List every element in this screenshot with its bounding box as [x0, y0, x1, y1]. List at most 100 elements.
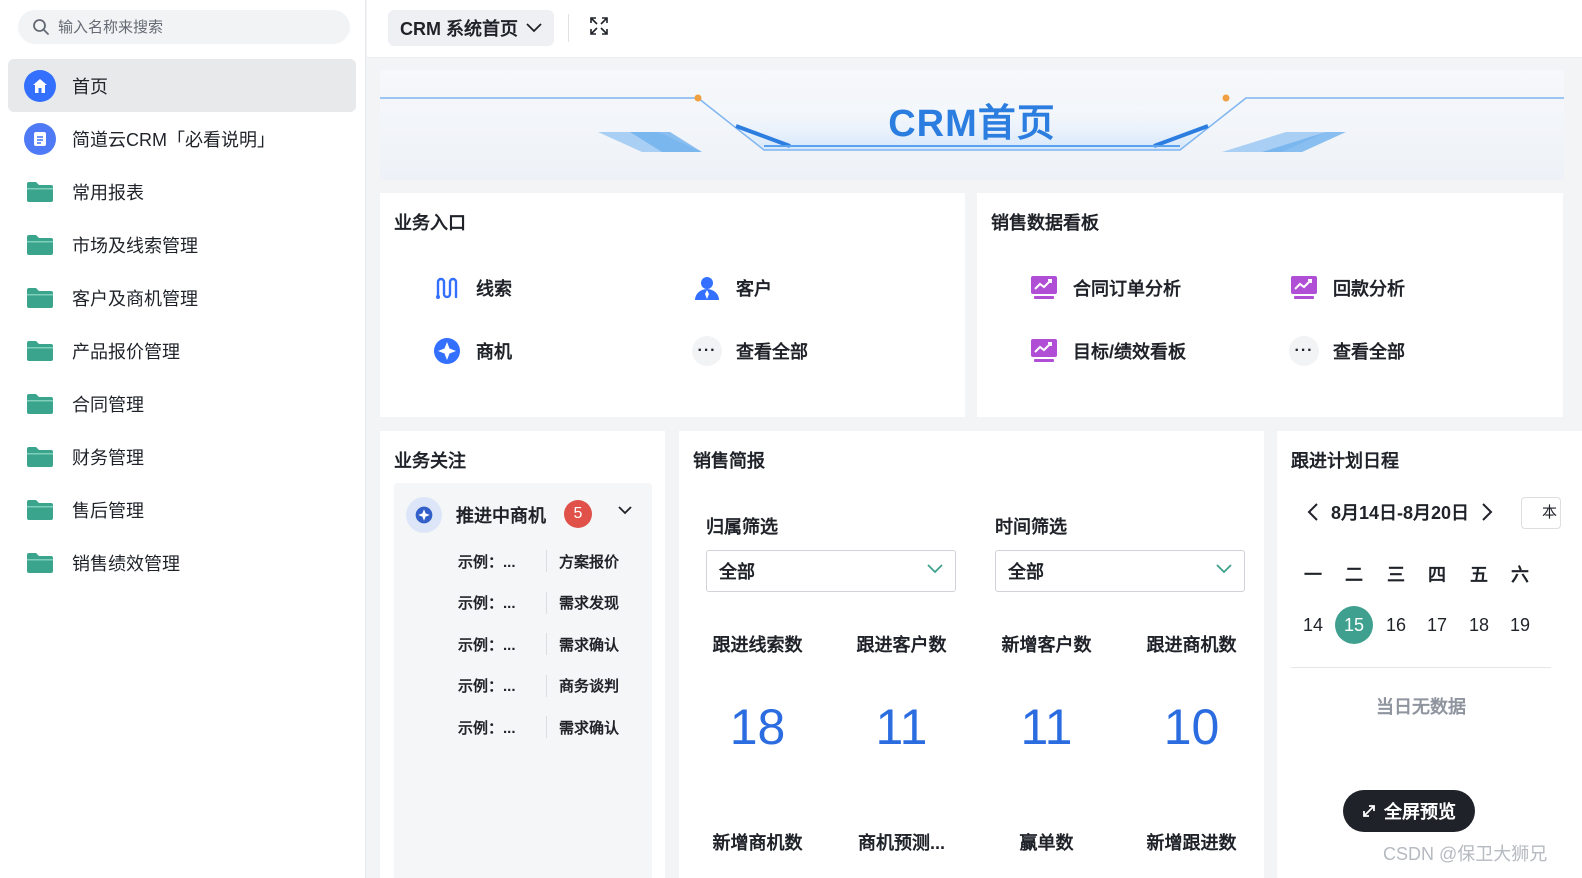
- sidebar-item-label: 常用报表: [72, 182, 144, 203]
- search-box[interactable]: [18, 10, 350, 44]
- sidebar-item-product-quote[interactable]: 产品报价管理: [8, 324, 356, 377]
- entry-target-board[interactable]: 目标/绩效看板: [1029, 336, 1186, 366]
- entry-customers[interactable]: 客户: [692, 273, 772, 303]
- entry-opportunities[interactable]: 商机: [432, 336, 512, 366]
- sidebar-item-label: 首页: [72, 76, 108, 97]
- entry-label: 回款分析: [1333, 279, 1405, 299]
- entry-leads[interactable]: 线索: [432, 273, 512, 303]
- empty-state: 当日无数据: [1376, 697, 1466, 717]
- entry-payment-analysis[interactable]: 回款分析: [1289, 273, 1405, 303]
- time-filter-label: 时间筛选: [995, 517, 1067, 537]
- folder-icon: [24, 547, 56, 579]
- attention-group-label: 推进中商机: [456, 506, 546, 526]
- folder-icon: [24, 176, 56, 208]
- fullscreen-preview-button[interactable]: 全屏预览: [1343, 790, 1475, 832]
- stat-label: 新增跟进数: [1146, 833, 1237, 853]
- divider: [1291, 667, 1551, 668]
- chevron-down-icon[interactable]: [618, 506, 632, 515]
- chevron-right-icon[interactable]: [1481, 503, 1493, 521]
- opportunity-stage: 需求确认: [559, 636, 620, 654]
- opportunity-name: 示例：...: [458, 719, 516, 737]
- sales-board-card: 销售数据看板 合同订单分析 回款分析 目标/绩效看板 ··· 查看全部: [977, 193, 1563, 417]
- expand-arrows-icon: [1363, 805, 1375, 817]
- calendar-day[interactable]: 18: [1460, 606, 1498, 644]
- divider: [546, 591, 547, 614]
- list-item[interactable]: 示例：... 需求确认: [458, 630, 638, 658]
- stat-label: 赢单数: [1019, 833, 1074, 853]
- entry-view-all[interactable]: ··· 查看全部: [692, 336, 808, 366]
- opportunity-name: 示例：...: [458, 553, 516, 571]
- owner-filter-label: 归属筛选: [706, 517, 778, 537]
- list-item[interactable]: 示例：... 需求发现: [458, 589, 638, 617]
- stat-label: 新增商机数: [712, 833, 803, 853]
- sidebar-item-after-sales[interactable]: 售后管理: [8, 483, 356, 536]
- sales-brief-card: 销售简报 归属筛选 全部 时间筛选 全部 跟进线索数 18 跟进客户数 11 新增客户数…: [679, 431, 1264, 878]
- divider: [546, 716, 547, 738]
- opportunity-name: 示例：...: [458, 595, 516, 612]
- sidebar-item-home[interactable]: 首页: [8, 59, 356, 112]
- card-title: 业务关注: [394, 451, 466, 471]
- opportunity-name: 示例：...: [458, 636, 516, 654]
- weekday-label: 四: [1428, 565, 1446, 585]
- entry-label: 合同订单分析: [1073, 279, 1181, 299]
- entry-label: 线索: [476, 279, 512, 299]
- sidebar: 首页简道云CRM「必看说明」常用报表市场及线索管理客户及商机管理产品报价管理合同…: [0, 0, 366, 878]
- entry-label: 客户: [736, 279, 772, 299]
- weekday-label: 三: [1387, 565, 1405, 585]
- weekday-label: 二: [1345, 565, 1363, 585]
- route-icon: [432, 273, 462, 303]
- list-item[interactable]: 示例：... 商务谈判: [458, 672, 638, 700]
- time-filter-select[interactable]: 全部: [995, 550, 1245, 592]
- calendar-day[interactable]: 19: [1501, 606, 1539, 644]
- owner-filter-select[interactable]: 全部: [706, 550, 956, 592]
- folder-icon: [24, 441, 56, 473]
- folder-icon: [24, 282, 56, 314]
- this-week-button[interactable]: 本: [1521, 497, 1561, 529]
- chart-monitor-icon: [1029, 336, 1059, 366]
- more-icon: ···: [692, 336, 722, 366]
- chevron-left-icon[interactable]: [1307, 503, 1319, 521]
- calendar-day-today[interactable]: 15: [1335, 606, 1373, 644]
- search-input[interactable]: [58, 18, 338, 36]
- page-selector[interactable]: CRM 系统首页: [388, 10, 554, 46]
- stat-value[interactable]: 11: [974, 698, 1119, 756]
- stat-label: 商机预测...: [857, 833, 945, 853]
- list-item[interactable]: 示例：... 需求确认: [458, 713, 638, 741]
- week-range: 8月14日-8月20日: [1331, 503, 1470, 523]
- chevron-down-icon: [1216, 564, 1232, 574]
- sidebar-item-finance[interactable]: 财务管理: [8, 430, 356, 483]
- sidebar-item-sales-performance[interactable]: 销售绩效管理: [8, 536, 356, 589]
- stat-value[interactable]: 11: [829, 698, 974, 756]
- stat-value[interactable]: 18: [685, 698, 830, 756]
- sidebar-item-label: 销售绩效管理: [72, 553, 180, 574]
- calendar-day[interactable]: 14: [1294, 606, 1332, 644]
- more-icon: ···: [1289, 336, 1319, 366]
- sidebar-item-crm-guide[interactable]: 简道云CRM「必看说明」: [8, 112, 356, 165]
- attention-group: 推进中商机 5 示例：... 方案报价 示例：... 需求发现 示例：... 需求确认 示例…: [394, 483, 652, 878]
- sidebar-item-label: 售后管理: [72, 500, 144, 521]
- sidebar-nav: 首页简道云CRM「必看说明」常用报表市场及线索管理 客户及商机管理产品报价管理合同…: [8, 59, 356, 589]
- attention-group-header[interactable]: 推进中商机: [406, 497, 546, 533]
- card-title: 销售数据看板: [991, 213, 1099, 233]
- entry-view-all[interactable]: ··· 查看全部: [1289, 336, 1405, 366]
- weekday-label: 一: [1304, 565, 1322, 585]
- sidebar-item-customer-opportunity[interactable]: 客户及商机管理: [8, 271, 356, 324]
- calendar-day[interactable]: 17: [1418, 606, 1456, 644]
- chevron-down-icon: [526, 23, 542, 33]
- opportunity-stage: 商务谈判: [559, 678, 620, 695]
- card-title: 销售简报: [693, 451, 765, 471]
- folder-icon: [24, 335, 56, 367]
- entry-contract-analysis[interactable]: 合同订单分析: [1029, 273, 1181, 303]
- search-icon: [33, 19, 49, 35]
- list-item[interactable]: 示例：... 方案报价: [458, 547, 638, 575]
- sidebar-item-label: 产品报价管理: [72, 341, 180, 362]
- stat-label: 跟进线索数: [712, 635, 803, 655]
- sidebar-item-market-leads[interactable]: 市场及线索管理: [8, 218, 356, 271]
- expand-icon[interactable]: [589, 16, 609, 36]
- folder-icon: [24, 494, 56, 526]
- calendar-day[interactable]: 16: [1377, 606, 1415, 644]
- sidebar-item-common-reports[interactable]: 常用报表: [8, 165, 356, 218]
- banner-title: CRM首页: [888, 103, 1056, 145]
- stat-value[interactable]: 10: [1119, 698, 1264, 756]
- sidebar-item-contract[interactable]: 合同管理: [8, 377, 356, 430]
